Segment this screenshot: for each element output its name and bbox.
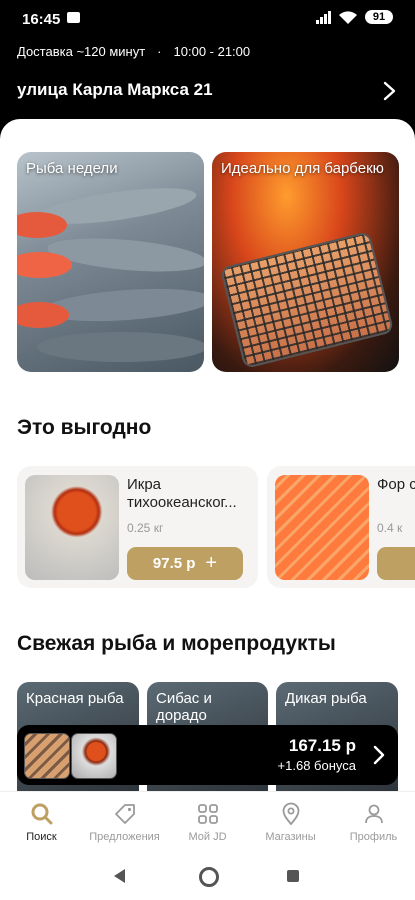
tab-label: Предложения [89, 831, 160, 843]
hero-label: Рыба недели [26, 160, 118, 177]
grid-icon [197, 804, 218, 824]
tag-icon [114, 804, 135, 824]
product-card[interactable]: Фор соб 0.4 к [267, 466, 415, 588]
fish-shape [17, 302, 69, 328]
tab-label: Профиль [349, 831, 398, 843]
hero-banner-fish-of-week[interactable]: Рыба недели [17, 152, 204, 372]
product-price: 97.5 р [152, 555, 196, 572]
product-weight: 0.25 кг [127, 521, 164, 535]
delivery-info: Доставка ~120 минут · 10:00 - 21:00 [17, 44, 250, 59]
product-name: Фор соб [377, 476, 415, 493]
category-label: Сибас и дорадо [156, 690, 212, 724]
wifi-icon [339, 10, 357, 24]
grill-image [219, 230, 395, 370]
product-image [25, 475, 119, 580]
add-to-cart-button[interactable]: 97.5 р + [127, 547, 243, 580]
product-image [275, 475, 369, 580]
fish-shape [17, 212, 67, 238]
chevron-right-icon[interactable] [379, 80, 399, 102]
tab-search[interactable]: Поиск [0, 792, 83, 854]
tab-profile[interactable]: Профиль [332, 792, 415, 854]
tab-label: Поиск [26, 831, 57, 843]
signal-icon [316, 10, 331, 24]
cart-item-thumbnail [24, 733, 70, 779]
tab-stores[interactable]: Магазины [249, 792, 332, 854]
message-icon [67, 12, 80, 23]
category-label: Дикая рыба [285, 690, 367, 707]
hero-label: Идеально для барбекю [221, 160, 384, 177]
cart-bar[interactable]: 167.15 р +1.68 бонуса [17, 725, 398, 785]
bottom-tab-bar: Поиск Предложения Мой JD Магазины Профил… [0, 791, 415, 854]
tab-label: Магазины [265, 831, 316, 843]
store-hours: 10:00 - 21:00 [173, 44, 251, 59]
tab-my-jd[interactable]: Мой JD [166, 792, 249, 854]
battery-icon: 91 [365, 10, 393, 24]
fish-shape [17, 252, 72, 278]
delivery-address[interactable]: улица Карла Маркса 21 [17, 80, 213, 100]
user-icon [364, 804, 383, 824]
fish-shape [37, 332, 204, 362]
recent-apps-icon[interactable] [287, 870, 299, 882]
hero-banner-bbq[interactable]: Идеально для барбекю [212, 152, 399, 372]
fish-shape [45, 233, 204, 277]
status-time: 16:45 [22, 11, 61, 28]
section-title-fresh: Свежая рыба и морепродукты [17, 632, 336, 655]
system-nav-bar [0, 853, 415, 900]
status-bar: 16:45 91 [0, 0, 415, 36]
product-card[interactable]: Икра тихоокеанског... 0.25 кг 97.5 р + [17, 466, 258, 588]
tab-offers[interactable]: Предложения [83, 792, 166, 854]
delivery-time: Доставка ~120 минут [17, 44, 146, 59]
product-weight: 0.4 к [377, 521, 403, 535]
cart-item-thumbnail [71, 733, 117, 779]
back-icon[interactable] [114, 869, 125, 883]
category-label: Красная рыба [26, 690, 124, 707]
separator-dot: · [157, 44, 162, 59]
home-icon[interactable] [199, 867, 219, 887]
section-title-deals: Это выгодно [17, 416, 152, 439]
plus-icon: + [205, 552, 218, 574]
add-to-cart-button[interactable] [377, 547, 415, 580]
cart-total: 167.15 р [288, 736, 356, 755]
search-icon [31, 803, 52, 825]
chevron-right-icon [373, 745, 385, 765]
tab-label: Мой JD [188, 831, 227, 843]
status-icons: 91 [316, 10, 393, 24]
map-pin-icon [282, 802, 299, 826]
product-name: Икра тихоокеанског... [127, 476, 237, 511]
cart-bonus: +1.68 бонуса [277, 758, 356, 773]
